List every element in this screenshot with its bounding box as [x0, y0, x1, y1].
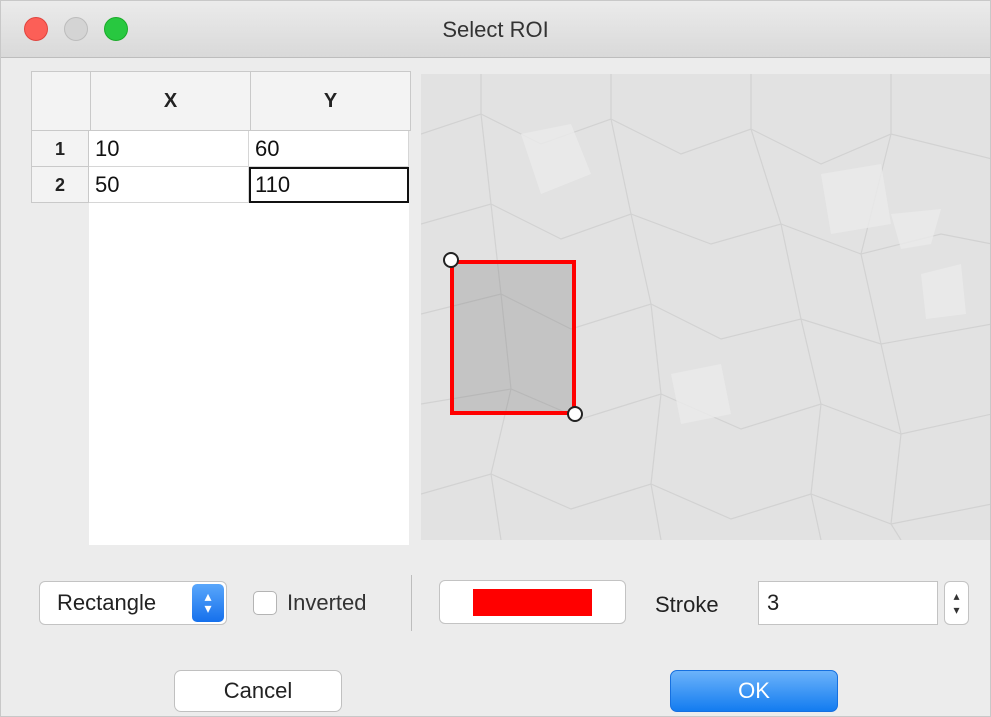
cancel-button[interactable]: Cancel: [174, 670, 342, 712]
toolbar-divider: [411, 575, 412, 631]
inverted-checkbox[interactable]: [253, 591, 277, 615]
cell-y-row-2-editing[interactable]: 110: [249, 167, 409, 203]
table-header: X Y: [31, 71, 411, 131]
stroke-label: Stroke: [655, 592, 719, 617]
window-title: Select ROI: [442, 17, 549, 42]
row-header-2[interactable]: 2: [31, 167, 89, 203]
table-row: 1 10 60: [31, 131, 411, 167]
table-corner[interactable]: [32, 72, 90, 130]
shape-select[interactable]: Rectangle ▴ ▾: [39, 581, 227, 625]
column-header-x[interactable]: X: [90, 72, 250, 130]
color-swatch: [473, 589, 592, 616]
stroke-stepper[interactable]: ▴ ▾: [944, 581, 969, 625]
color-picker-button[interactable]: [439, 580, 626, 624]
chevron-up-down-icon: ▴ ▾: [192, 584, 224, 622]
cell-y-row-1[interactable]: 60: [249, 131, 409, 167]
coordinates-table: X Y 1 10 60 2 50 110: [31, 71, 411, 545]
shape-select-value: Rectangle: [57, 590, 157, 615]
select-roi-dialog: Select ROI X Y 1 10 60 2 50 110 Rectangl…: [0, 0, 991, 717]
roi-handle-top-left[interactable]: [443, 252, 459, 268]
cell-x-row-2[interactable]: 50: [89, 167, 249, 203]
table-row: 2 50 110: [31, 167, 411, 203]
cell-x-row-1[interactable]: 10: [89, 131, 249, 167]
title-bar: Select ROI: [1, 1, 990, 58]
stroke-input[interactable]: 3: [758, 581, 938, 625]
ok-button[interactable]: OK: [670, 670, 838, 712]
inverted-label[interactable]: Inverted: [287, 590, 367, 616]
column-header-y[interactable]: Y: [250, 72, 410, 130]
row-header-1[interactable]: 1: [31, 131, 89, 167]
roi-rectangle[interactable]: [450, 260, 576, 415]
roi-handle-bottom-right[interactable]: [567, 406, 583, 422]
